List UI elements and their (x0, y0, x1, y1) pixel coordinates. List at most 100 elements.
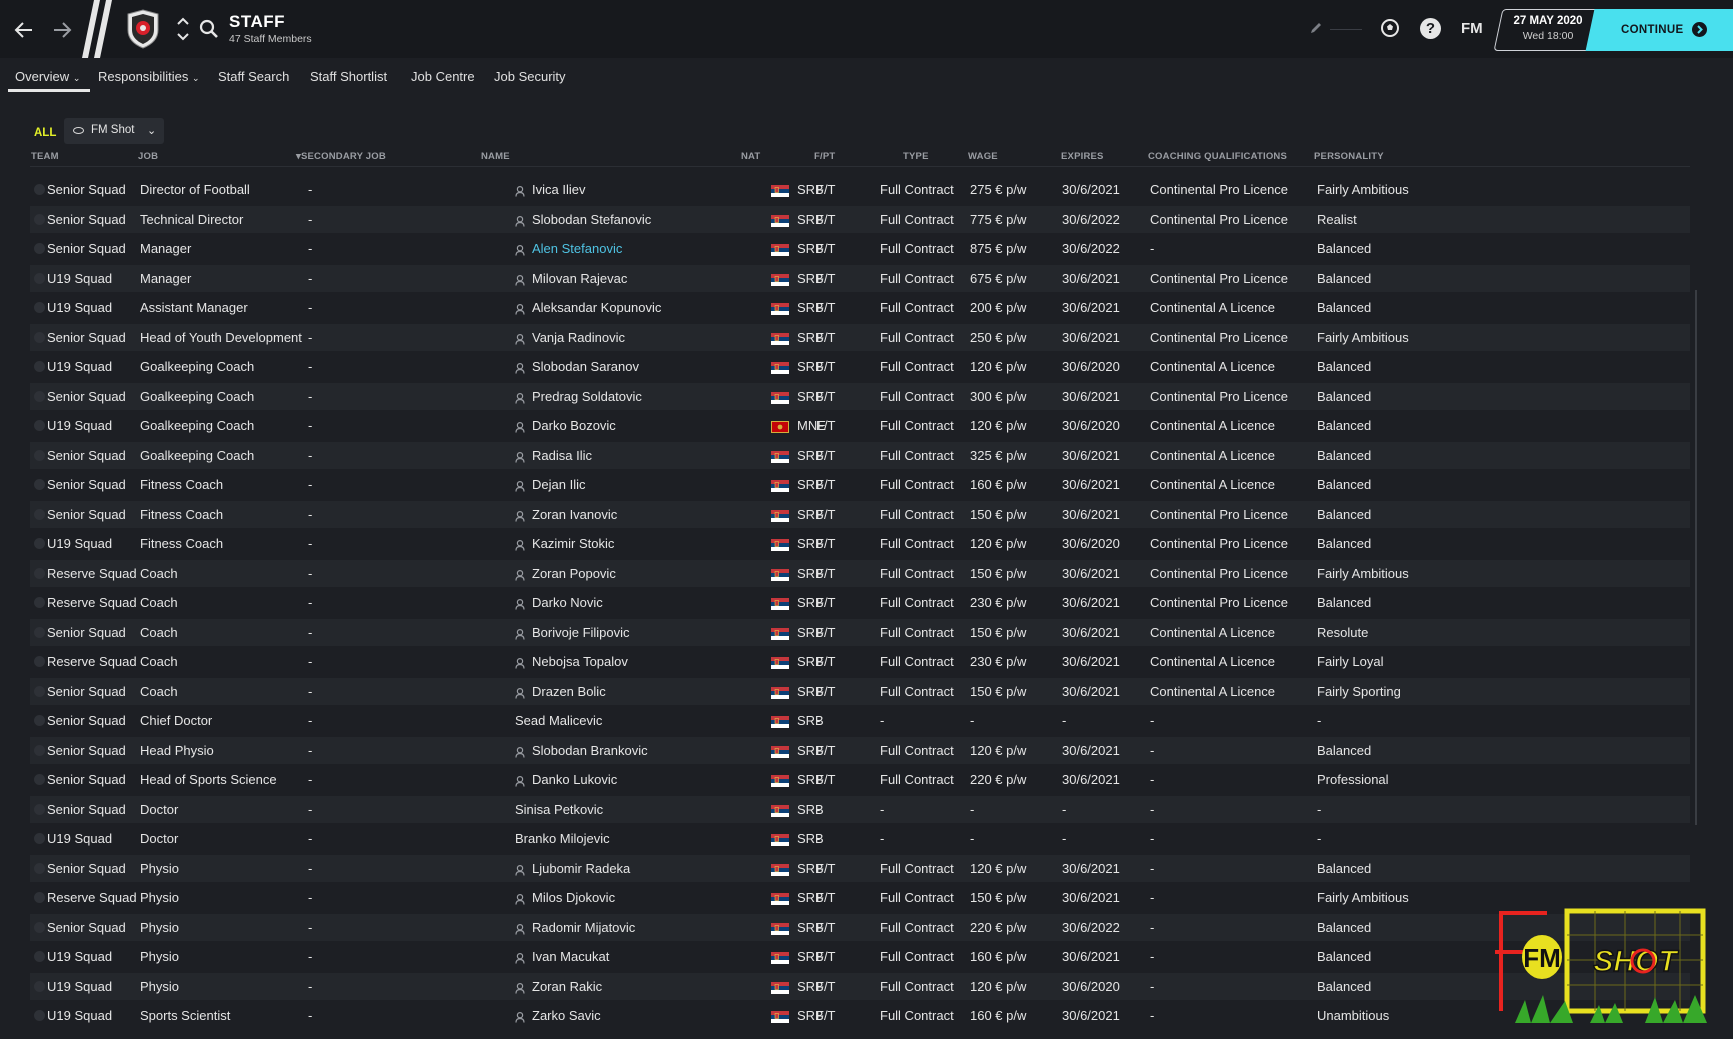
column-header-nat[interactable]: NAT (741, 151, 760, 162)
table-row[interactable]: Senior Squad Coach - Borivoje Filipovic SRB F… (30, 618, 1690, 646)
cell-team[interactable]: U19 Squad (47, 831, 112, 846)
cell-team[interactable]: Senior Squad (47, 743, 126, 758)
view-selector[interactable]: FM Shot ⌄ (64, 118, 164, 144)
cell-team[interactable]: U19 Squad (47, 271, 112, 286)
cell-job[interactable]: Coach (140, 654, 178, 669)
cell-name[interactable]: Darko Bozovic (532, 418, 616, 433)
column-header-type[interactable]: TYPE (903, 151, 929, 162)
cell-team[interactable]: Senior Squad (47, 684, 126, 699)
cell-name[interactable]: Ivica Iliev (532, 182, 585, 197)
row-select-dot[interactable] (34, 951, 45, 962)
cell-team[interactable]: Senior Squad (47, 212, 126, 227)
column-header-secondary-job[interactable]: ▾SECONDARY JOB (296, 151, 386, 162)
cell-name[interactable]: Vanja Radinovic (532, 330, 625, 345)
row-select-dot[interactable] (34, 715, 45, 726)
up-down-icon[interactable] (175, 14, 191, 44)
fm-logo[interactable]: FM (1461, 20, 1483, 37)
column-header-personality[interactable]: PERSONALITY (1314, 151, 1384, 162)
forward-arrow-icon[interactable] (50, 18, 74, 42)
cell-job[interactable]: Physio (140, 920, 179, 935)
cell-team[interactable]: U19 Squad (47, 949, 112, 964)
tab-staff-shortlist[interactable]: Staff Shortlist (310, 69, 387, 84)
table-row[interactable]: Senior Squad Coach - Drazen Bolic SRB F/T Full… (30, 677, 1690, 705)
cell-team[interactable]: U19 Squad (47, 418, 112, 433)
table-row[interactable]: U19 Squad Assistant Manager - Aleksandar Ko… (30, 294, 1690, 321)
column-header-job[interactable]: JOB (138, 151, 158, 162)
row-select-dot[interactable] (34, 1010, 45, 1021)
cell-team[interactable]: U19 Squad (47, 979, 112, 994)
cell-job[interactable]: Chief Doctor (140, 713, 212, 728)
search-icon[interactable] (198, 18, 220, 40)
table-row[interactable]: Senior Squad Physio - Radomir Mijatovic SRB F… (30, 913, 1690, 941)
cell-name[interactable]: Milovan Rajevac (532, 271, 627, 286)
row-select-dot[interactable] (34, 980, 45, 992)
row-select-dot[interactable] (34, 597, 45, 608)
cell-name[interactable]: Kazimir Stokic (532, 536, 614, 551)
cell-team[interactable]: U19 Squad (47, 1008, 112, 1023)
cell-name[interactable]: Slobodan Brankovic (532, 743, 648, 758)
column-header-wage[interactable]: WAGE (968, 151, 998, 162)
cell-team[interactable]: Reserve Squad (47, 654, 137, 669)
row-select-dot[interactable] (34, 567, 45, 579)
column-header-expires[interactable]: EXPIRES (1061, 151, 1104, 162)
row-select-dot[interactable] (34, 744, 45, 756)
cell-name[interactable]: Zoran Rakic (532, 979, 602, 994)
continue-arrow-icon[interactable] (1692, 22, 1707, 37)
pencil-icon[interactable] (1308, 20, 1324, 36)
cell-team[interactable]: Senior Squad (47, 802, 126, 817)
cell-job[interactable]: Fitness Coach (140, 507, 223, 522)
cell-name[interactable]: Zarko Savic (532, 1008, 601, 1023)
cell-team[interactable]: Reserve Squad (47, 890, 137, 905)
cell-name[interactable]: Danko Lukovic (532, 772, 617, 787)
row-select-dot[interactable] (34, 833, 45, 844)
cell-name[interactable]: Drazen Bolic (532, 684, 606, 699)
cell-team[interactable]: Senior Squad (47, 241, 126, 256)
table-row[interactable]: U19 Squad Physio - Zoran Rakic SRB F/T Full Co… (30, 972, 1690, 1000)
tab-responsibilities[interactable]: Responsibilities ⌄ (98, 69, 200, 84)
column-header-name[interactable]: NAME (481, 151, 510, 162)
table-row[interactable]: Reserve Squad Coach - Darko Novic SRB F/T Full… (30, 589, 1690, 616)
scrollbar[interactable] (1695, 290, 1697, 825)
row-select-dot[interactable] (34, 892, 45, 903)
cell-job[interactable]: Goalkeeping Coach (140, 448, 254, 463)
tab-job-security[interactable]: Job Security (494, 69, 566, 84)
row-select-dot[interactable] (34, 449, 45, 461)
cell-name[interactable]: Ljubomir Radeka (532, 861, 630, 876)
cell-name[interactable]: Branko Milojevic (515, 831, 610, 846)
continue-label[interactable]: CONTINUE (1621, 24, 1683, 36)
table-row[interactable]: Senior Squad Fitness Coach - Zoran Ivanovic… (30, 500, 1690, 528)
table-row[interactable]: Reserve Squad Coach - Nebojsa Topalov SRB F/T… (30, 648, 1690, 675)
cell-name[interactable]: Darko Novic (532, 595, 603, 610)
column-header-fpt[interactable]: F/PT (814, 151, 835, 162)
cell-team[interactable]: Senior Squad (47, 507, 126, 522)
table-row[interactable]: U19 Squad Goalkeeping Coach - Slobodan Sara… (30, 353, 1690, 380)
cell-name[interactable]: Sinisa Petkovic (515, 802, 603, 817)
cell-job[interactable]: Physio (140, 890, 179, 905)
table-row[interactable]: U19 Squad Sports Scientist - Zarko Savic SRB… (30, 1002, 1690, 1029)
cell-team[interactable]: Senior Squad (47, 625, 126, 640)
table-row[interactable]: U19 Squad Goalkeeping Coach - Darko Bozovic… (30, 412, 1690, 439)
cell-name[interactable]: Zoran Popovic (532, 566, 616, 581)
cell-job[interactable]: Doctor (140, 831, 178, 846)
cell-team[interactable]: U19 Squad (47, 359, 112, 374)
cell-team[interactable]: Senior Squad (47, 448, 126, 463)
cell-name[interactable]: Ivan Macukat (532, 949, 609, 964)
cell-job[interactable]: Technical Director (140, 212, 243, 227)
cell-job[interactable]: Head of Youth Development (140, 330, 302, 345)
cell-name[interactable]: Zoran Ivanovic (532, 507, 617, 522)
cell-team[interactable]: Senior Squad (47, 713, 126, 728)
row-select-dot[interactable] (34, 243, 45, 254)
tab-staff-search[interactable]: Staff Search (218, 69, 289, 84)
row-select-dot[interactable] (34, 272, 45, 284)
table-row[interactable]: Senior Squad Goalkeeping Coach - Predrag So… (30, 382, 1690, 410)
cell-team[interactable]: Reserve Squad (47, 566, 137, 581)
cell-team[interactable]: Senior Squad (47, 182, 126, 197)
table-row[interactable]: Senior Squad Head Physio - Slobodan Brankov… (30, 736, 1690, 764)
table-row[interactable]: Senior Squad Physio - Ljubomir Radeka SRB F/T… (30, 854, 1690, 882)
cell-team[interactable]: Senior Squad (47, 772, 126, 787)
cell-name[interactable]: Sead Malicevic (515, 713, 602, 728)
row-select-dot[interactable] (34, 921, 45, 933)
cell-team[interactable]: U19 Squad (47, 536, 112, 551)
cell-name[interactable]: Milos Djokovic (532, 890, 615, 905)
table-row[interactable]: Senior Squad Head of Sports Science - Danko… (30, 766, 1690, 793)
